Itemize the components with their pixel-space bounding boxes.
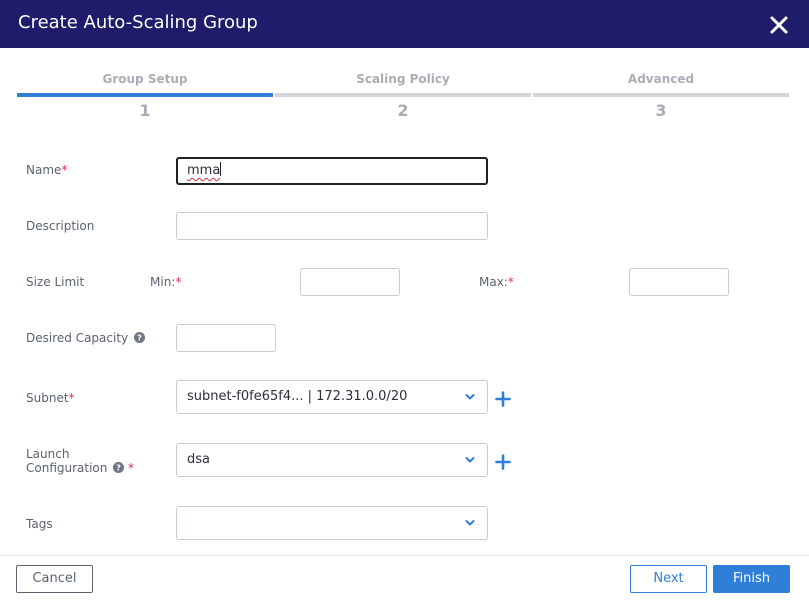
required-marker: *	[61, 163, 68, 177]
tags-select[interactable]	[176, 506, 488, 540]
name-label: Name*	[26, 163, 68, 177]
add-subnet-plus-icon[interactable]	[495, 391, 511, 407]
min-size-input[interactable]	[300, 268, 400, 296]
footer-divider	[0, 555, 809, 556]
min-label: Min:*	[150, 275, 182, 289]
step-progress-bar-2	[275, 93, 531, 97]
text-caret	[220, 162, 222, 176]
dialog-title: Create Auto-Scaling Group	[18, 12, 258, 33]
step-number-2: 2	[397, 101, 409, 120]
tags-label: Tags	[26, 517, 53, 531]
help-icon[interactable]: ?	[113, 462, 125, 473]
step-number-1: 1	[139, 101, 151, 120]
step-label-advanced[interactable]: Advanced	[533, 72, 789, 86]
subnet-label: Subnet*	[26, 391, 75, 405]
cancel-button[interactable]: Cancel	[16, 565, 93, 593]
description-input[interactable]	[176, 212, 488, 240]
size-limit-label: Size Limit	[26, 275, 85, 289]
step-number-3: 3	[655, 101, 667, 120]
next-button[interactable]: Next	[630, 565, 707, 593]
chevron-down-icon	[465, 455, 475, 465]
name-input[interactable]: mma	[176, 157, 488, 185]
desired-capacity-input[interactable]	[176, 324, 276, 352]
launch-configuration-select[interactable]: dsa	[176, 443, 488, 477]
close-icon[interactable]	[766, 12, 792, 38]
svg-text:?: ?	[116, 462, 121, 472]
finish-button[interactable]: Finish	[713, 565, 790, 593]
step-progress-bar-3	[533, 93, 789, 97]
chevron-down-icon	[465, 518, 475, 528]
step-label-group-setup[interactable]: Group Setup	[17, 72, 273, 86]
launch-configuration-label: Launch Configuration ? *	[26, 447, 135, 475]
description-label: Description	[26, 219, 95, 233]
desired-capacity-label: Desired Capacity ?	[26, 331, 145, 345]
max-label: Max:*	[479, 275, 514, 289]
chevron-down-icon	[465, 392, 475, 402]
step-progress-bar-1	[17, 93, 273, 97]
svg-text:?: ?	[137, 332, 142, 342]
max-size-input[interactable]	[629, 268, 729, 296]
dialog-header: Create Auto-Scaling Group	[0, 0, 809, 48]
help-icon[interactable]: ?	[133, 332, 145, 343]
add-launch-configuration-plus-icon[interactable]	[495, 454, 511, 470]
step-label-scaling-policy[interactable]: Scaling Policy	[275, 72, 531, 86]
subnet-select[interactable]: subnet-f0fe65f4... | 172.31.0.0/20	[176, 380, 488, 414]
